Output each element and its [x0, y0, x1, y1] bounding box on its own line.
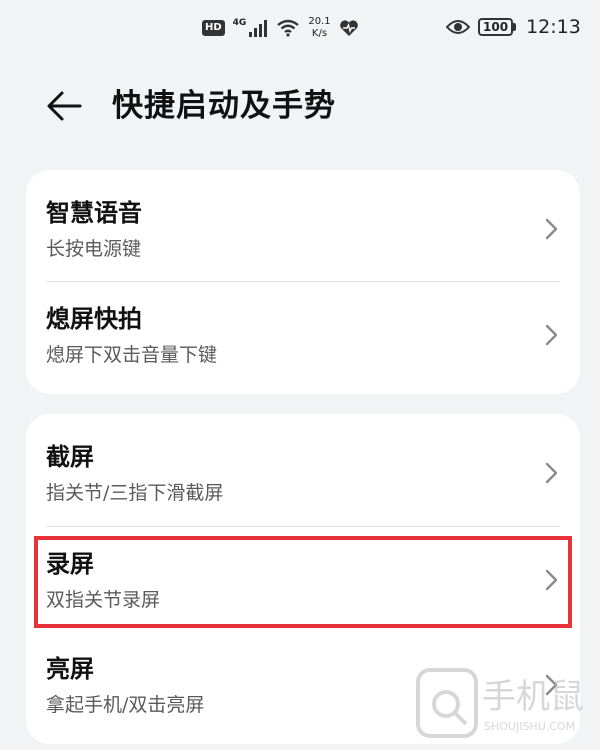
list-item-screenshot[interactable]: 截屏 指关节/三指下滑截屏 [26, 414, 580, 520]
battery-indicator: 100 [478, 18, 517, 36]
network-speed: 20.1 K/s [308, 16, 330, 40]
item-title: 熄屏快拍 [46, 305, 142, 333]
status-time: 12:13 [526, 16, 581, 38]
status-right: 100 12:13 [446, 16, 581, 38]
header: 快捷启动及手势 [0, 78, 600, 134]
eye-icon [446, 20, 470, 34]
item-subtitle: 长按电源键 [46, 238, 142, 260]
item-title: 截屏 [46, 443, 94, 471]
item-subtitle: 拿起手机/双击亮屏 [46, 694, 205, 716]
signal-icon [249, 20, 268, 37]
chevron-right-icon [545, 462, 558, 484]
page-title: 快捷启动及手势 [112, 88, 336, 124]
item-subtitle: 熄屏下双击音量下键 [46, 344, 218, 366]
list-item-screen-recording[interactable]: 录屏 双指关节录屏 [26, 527, 580, 633]
settings-group-1: 智慧语音 长按电源键 熄屏快拍 熄屏下双击音量下键 [26, 170, 580, 394]
chevron-right-icon [545, 569, 558, 591]
watermark-text: 手机鼠 [482, 677, 584, 717]
heart-monitor-icon [339, 20, 358, 36]
chevron-right-icon [545, 218, 558, 240]
battery-level: 100 [478, 18, 514, 36]
battery-tip [513, 23, 517, 31]
watermark-logo: 手机鼠 SHOUJISHU.COM [416, 668, 584, 738]
network-type: 4G [232, 18, 247, 28]
watermark-url: SHOUJISHU.COM [484, 720, 575, 733]
wifi-icon [277, 19, 300, 37]
speed-value: 20.1 [308, 16, 331, 27]
list-item-screen-off-snapshot[interactable]: 熄屏快拍 熄屏下双击音量下键 [26, 282, 580, 388]
list-item-smart-voice[interactable]: 智慧语音 长按电源键 [26, 170, 580, 276]
hd-badge: HD [202, 20, 225, 36]
back-arrow-icon[interactable] [44, 86, 84, 126]
item-title: 亮屏 [46, 655, 94, 683]
item-subtitle: 指关节/三指下滑截屏 [46, 482, 224, 504]
status-left: HD 4G 20.1 K/s [202, 16, 359, 40]
item-subtitle: 双指关节录屏 [46, 589, 161, 611]
item-title: 智慧语音 [46, 199, 142, 227]
chevron-right-icon [545, 324, 558, 346]
speed-unit: K/s [311, 28, 328, 39]
status-bar: HD 4G 20.1 K/s 100 12:13 [0, 0, 600, 64]
item-title: 录屏 [46, 550, 94, 578]
